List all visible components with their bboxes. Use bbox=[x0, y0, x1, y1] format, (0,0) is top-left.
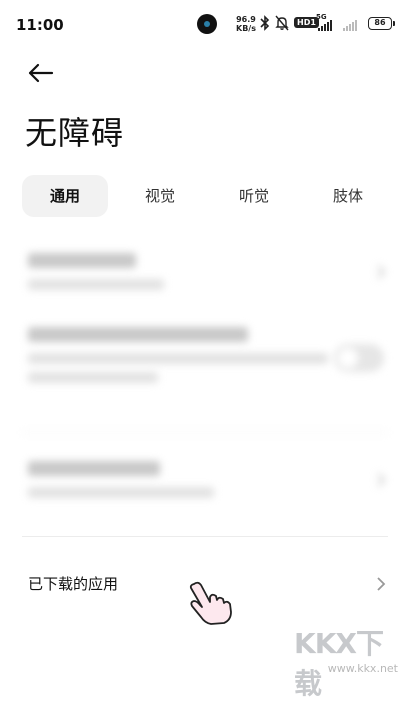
network-speed: 96.9 KB/s bbox=[236, 15, 256, 33]
watermark-url: www.kkx.net bbox=[327, 662, 398, 675]
network-speed-unit: KB/s bbox=[236, 24, 256, 33]
blurred-text-bar bbox=[28, 279, 164, 290]
chevron-right-icon bbox=[377, 265, 386, 279]
tap-hand-icon bbox=[189, 581, 232, 625]
signal-icon bbox=[318, 19, 332, 31]
blurred-text-bar bbox=[28, 372, 158, 383]
blurred-text-bar bbox=[28, 487, 214, 498]
mute-bell-icon bbox=[275, 15, 289, 31]
status-bar: 11:00 96.9 KB/s HD1 5G 86 bbox=[0, 0, 411, 48]
site-watermark: KKX下载 www.kkx.net bbox=[294, 622, 404, 700]
battery-icon: 86 bbox=[368, 17, 395, 30]
tab-general[interactable]: 通用 bbox=[22, 175, 108, 217]
blurred-text-bar bbox=[28, 461, 160, 476]
tab-vision[interactable]: 视觉 bbox=[132, 175, 188, 217]
category-tabs: 通用 视觉 听觉 肢体 bbox=[22, 175, 392, 217]
chevron-right-icon bbox=[377, 577, 386, 591]
arrow-left-icon bbox=[28, 63, 54, 83]
status-time: 11:00 bbox=[16, 16, 64, 34]
back-button[interactable] bbox=[26, 58, 56, 88]
front-camera bbox=[197, 14, 217, 34]
signal-secondary-icon bbox=[343, 19, 357, 31]
blurred-text-bar bbox=[28, 353, 328, 364]
section-divider bbox=[22, 536, 388, 537]
page-title: 无障碍 bbox=[25, 114, 125, 152]
network-speed-value: 96.9 bbox=[236, 15, 256, 24]
bluetooth-icon bbox=[260, 15, 270, 31]
tab-hearing[interactable]: 听觉 bbox=[226, 175, 282, 217]
lockscreen-shortcut-toggle[interactable] bbox=[334, 344, 384, 372]
blurred-text-bar bbox=[28, 253, 136, 268]
blurred-text-bar bbox=[28, 327, 248, 342]
chevron-right-icon bbox=[377, 473, 386, 487]
tab-physical[interactable]: 肢体 bbox=[320, 175, 376, 217]
downloaded-apps-label: 已下载的应用 bbox=[28, 575, 119, 593]
section-divider bbox=[22, 432, 388, 433]
